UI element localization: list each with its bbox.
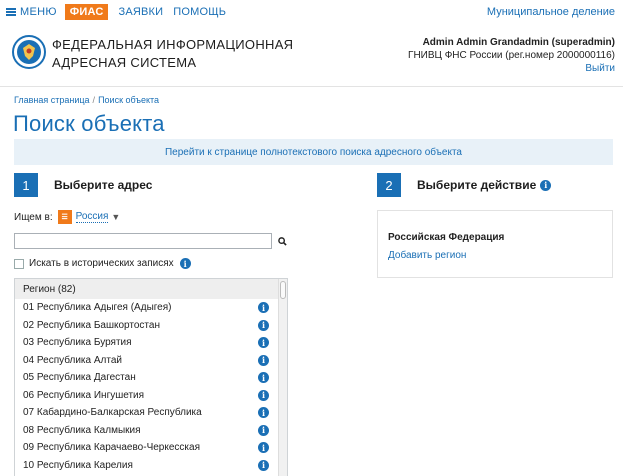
user-block: Admin Admin Grandadmin (superadmin) ГНИВ… — [408, 36, 615, 75]
list-item-label: 04 Республика Алтай — [23, 354, 122, 366]
site-title-line1: ФЕДЕРАЛЬНАЯ ИНФОРМАЦИОННАЯ — [52, 37, 294, 52]
step-2-number: 2 — [377, 173, 401, 197]
region-list-header: Регион (82) — [15, 279, 287, 299]
menu-label: МЕНЮ — [20, 6, 57, 18]
info-icon[interactable]: i — [258, 442, 269, 454]
header-divider — [0, 86, 623, 87]
step-2-label: Выберите действие — [417, 178, 537, 192]
nav-item-fias[interactable]: ФИАС — [64, 4, 109, 20]
breadcrumb-separator: / — [92, 95, 96, 105]
list-item-label: 05 Республика Дагестан — [23, 372, 136, 384]
historical-label: Искать в исторических записях — [29, 258, 174, 269]
list-item[interactable]: 09 Республика Карачаево-Черкесская i — [15, 439, 287, 457]
list-item-label: 08 Республика Калмыкия — [23, 424, 141, 436]
step-1-heading: 1 Выберите адрес — [14, 173, 152, 197]
info-icon[interactable]: i — [258, 354, 269, 366]
list-item-label: 03 Республика Бурятия — [23, 337, 132, 349]
info-icon[interactable]: i — [258, 337, 269, 349]
site-header: ФЕДЕРАЛЬНАЯ ИНФОРМАЦИОННАЯ АДРЕСНАЯ СИСТ… — [0, 24, 623, 84]
municipal-division-link[interactable]: Муниципальное деление — [487, 6, 615, 18]
list-item[interactable]: 10 Республика Карелия i — [15, 457, 287, 475]
region-list-scrollbar[interactable] — [278, 279, 287, 476]
site-title: ФЕДЕРАЛЬНАЯ ИНФОРМАЦИОННАЯ АДРЕСНАЯ СИСТ… — [52, 36, 293, 72]
historical-search-option[interactable]: Искать в исторических записях i — [14, 258, 191, 269]
step-2-heading: 2 Выберите действие i — [377, 173, 552, 197]
info-icon[interactable]: i — [258, 459, 269, 471]
banner-link[interactable]: Перейти к странице полнотекстового поиск… — [165, 147, 462, 158]
list-item[interactable]: 07 Кабардино-Балкарская Республика i — [15, 404, 287, 422]
list-item[interactable]: 02 Республика Башкортостан i — [15, 317, 287, 335]
hamburger-icon — [6, 8, 16, 16]
scrollbar-thumb[interactable] — [280, 281, 286, 299]
page-title: Поиск объекта — [13, 111, 165, 136]
user-name: Admin Admin Grandadmin (superadmin) — [422, 37, 615, 48]
user-org: ГНИВЦ ФНС России (рег.номер 2000000116) — [408, 50, 615, 61]
action-panel-title: Российская Федерация — [388, 232, 505, 243]
info-icon[interactable]: i — [179, 258, 191, 269]
action-panel: Российская Федерация Добавить регион — [377, 210, 613, 278]
info-icon[interactable]: i — [258, 424, 269, 436]
breadcrumb: Главная страница / Поиск объекта — [14, 95, 159, 105]
list-item[interactable]: 08 Республика Калмыкия i — [15, 422, 287, 440]
fulltext-search-banner[interactable]: Перейти к странице полнотекстового поиск… — [14, 139, 613, 165]
step-1-number: 1 — [14, 173, 38, 197]
search-icon[interactable] — [276, 234, 288, 248]
list-item-label: 07 Кабардино-Балкарская Республика — [23, 407, 202, 419]
logout-link[interactable]: Выйти — [585, 63, 615, 74]
list-item-label: 09 Республика Карачаево-Черкесская — [23, 442, 200, 454]
list-item-label: 10 Республика Карелия — [23, 459, 133, 471]
list-item[interactable]: 04 Республика Алтай i — [15, 352, 287, 370]
search-scope-label: Ищем в: — [14, 211, 53, 223]
chevron-down-icon[interactable]: ▼ — [111, 212, 120, 222]
region-selector[interactable]: Россия — [75, 211, 109, 223]
site-title-line2: АДРЕСНАЯ СИСТЕМА — [52, 55, 197, 70]
list-item[interactable]: 01 Республика Адыгея (Адыгея) i — [15, 299, 287, 317]
list-item-label: 02 Республика Башкортостан — [23, 319, 160, 331]
russia-flag-icon: ☰ — [57, 210, 72, 224]
region-list[interactable]: Регион (82) 01 Республика Адыгея (Адыгея… — [14, 278, 288, 476]
step-1-label: Выберите адрес — [54, 178, 153, 192]
info-icon[interactable]: i — [258, 372, 269, 384]
nav-item-requests[interactable]: ЗАЯВКИ — [118, 6, 163, 18]
list-item-label: 06 Республика Ингушетия — [23, 389, 145, 401]
info-icon[interactable]: i — [258, 302, 269, 314]
breadcrumb-home[interactable]: Главная страница — [14, 95, 90, 105]
info-icon[interactable]: i — [258, 319, 269, 331]
info-icon[interactable]: i — [258, 389, 269, 401]
search-scope: Ищем в: ☰ Россия ▼ — [14, 210, 120, 224]
historical-checkbox[interactable] — [14, 258, 24, 269]
list-item[interactable]: 05 Республика Дагестан i — [15, 369, 287, 387]
list-item[interactable]: 06 Республика Ингушетия i — [15, 387, 287, 405]
list-item-label: 01 Республика Адыгея (Адыгея) — [23, 302, 172, 314]
menu-button[interactable]: МЕНЮ — [6, 6, 57, 18]
add-region-link[interactable]: Добавить регион — [388, 250, 466, 261]
info-icon[interactable]: i — [540, 179, 552, 191]
fns-emblem-icon[interactable] — [12, 35, 46, 69]
list-item[interactable]: 03 Республика Бурятия i — [15, 334, 287, 352]
nav-item-help[interactable]: ПОМОЩЬ — [173, 6, 226, 18]
search-input[interactable] — [14, 233, 272, 249]
breadcrumb-current: Поиск объекта — [98, 95, 160, 105]
info-icon[interactable]: i — [258, 407, 269, 419]
